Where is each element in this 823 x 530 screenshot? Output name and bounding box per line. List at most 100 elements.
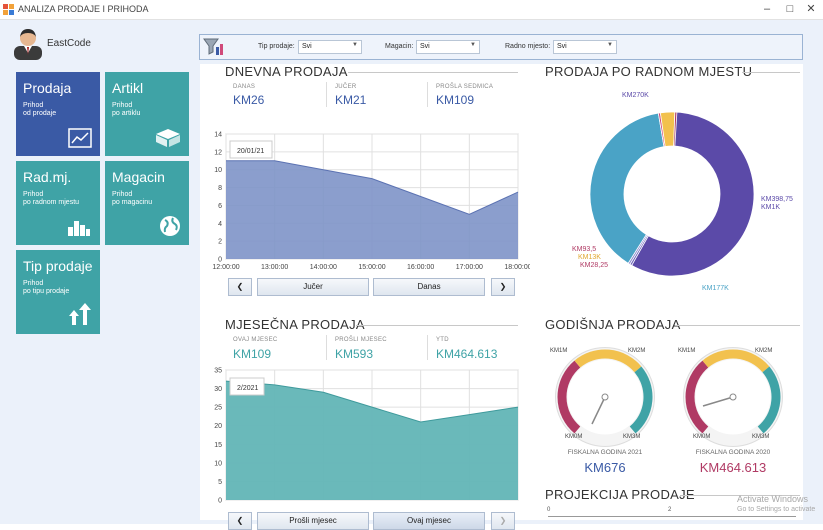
main-panel: DNEVNA PRODAJA DANAS KM26 JUČER KM21 PRO… [200,64,803,530]
slice-label: KM13K [578,254,601,261]
tile-line1: Prihod [112,102,133,109]
tile-magacin[interactable]: Magacin Prihod po magacinu [105,161,189,245]
y-tick-label: 15 [214,442,222,449]
tile-rad-mj[interactable]: Rad.mj. Prihod po radnom mjestu [16,161,100,245]
tile-line1: Prihod [23,280,44,287]
gauges: KM1M KM2M KM0M KM3M KM1M KM2M KM0M KM3M … [550,347,783,475]
projection-axis [548,516,796,517]
projection-tick: 0 [547,507,551,513]
next-month-button[interactable]: ❯ [491,512,515,530]
app-area: EastCode Prodaja Prihod od prodaje Artikl… [0,20,823,530]
maximize-icon[interactable]: □ [783,3,797,15]
mjesecna-title: MJESEČNA PRODAJA [225,317,365,332]
kpi-value: KM26 [233,93,265,107]
tile-line1: Prihod [23,191,44,198]
y-tick-label: 4 [218,221,222,228]
chevron-down-icon: ▼ [470,42,476,48]
chevron-right-icon: ❯ [499,282,507,291]
gauge-2021 [555,347,655,447]
tip-prodaje-select[interactable]: Svi ▼ [298,40,362,54]
divider [675,325,800,326]
magacin-select[interactable]: Svi ▼ [416,40,480,54]
tile-title: Prodaja [23,80,72,96]
godisnja-title: GODIŠNJA PRODAJA [545,317,681,332]
magacin-value: Svi [420,43,430,50]
tile-line2: po radnom mjestu [23,199,80,206]
tile-line2: po tipu prodaje [23,288,70,295]
kpi-value: KM109 [436,93,475,107]
tile-tip-prodaje[interactable]: Tip prodaje Prihod po tipu prodaje [16,250,100,334]
divider [348,72,518,73]
gauge-tick: KM3M [623,434,640,440]
tile-line1: Prihod [23,102,44,109]
tile-prodaja[interactable]: Prodaja Prihod od prodaje [16,72,100,156]
chevron-down-icon: ▼ [607,42,613,48]
radno-mjesto-title: PRODAJA PO RADNOM MJESTU [545,64,753,79]
dnevna-chart[interactable]: 0 2 4 6 8 10 12 14 12:00:00 13:00:00 14:00:00 15:0… [200,129,530,274]
kpi-label: OVAJ MJESEC [233,337,278,343]
divider [356,325,518,326]
kpi-value: KM21 [335,93,367,107]
jucer-button[interactable]: Jučer [257,278,369,296]
slice-label: KM93,5 [572,246,596,253]
donut-chart[interactable]: KM270K KM398,75 KM1K KM177K KM93,5 KM13K… [540,84,803,299]
mjesecna-chart[interactable]: 0 5 10 15 20 25 30 35 2/2021 [200,366,530,506]
y-tick-label: 0 [218,257,222,264]
kpi-label: PROŠLI MJESEC [335,337,387,343]
y-tick-label: 20 [214,423,222,430]
gauge-pivot [729,393,737,401]
gauge-caption: FISKALNA GODINA 2020 [696,449,771,456]
tile-title: Rad.mj. [23,169,72,185]
tooltip-text: 20/01/21 [237,148,264,155]
slice-label: KM270K [622,92,649,99]
gauge-tick: KM2M [755,348,772,354]
window-title: ANALIZA PRODAJE I PRIHODA [18,4,149,14]
radno-mjesto-label: Radno mjesto: [505,43,551,50]
x-tick-label: 17:00:00 [456,264,483,271]
divider [326,82,327,107]
box-icon [156,129,180,147]
y-tick-label: 10 [214,460,222,467]
y-tick-label: 25 [214,405,222,412]
tile-title: Tip prodaje [23,258,93,274]
x-tick-label: 13:00:00 [261,264,288,271]
next-day-button[interactable]: ❯ [491,278,515,296]
gauge-value: KM676 [584,460,625,475]
prosli-mjesec-button[interactable]: Prošli mjesec [257,512,369,530]
title-bar: ANALIZA PRODAJE I PRIHODA – □ ✕ [0,0,823,20]
gauge-tick: KM1M [678,348,695,354]
close-icon[interactable]: ✕ [804,3,818,15]
tooltip-text: 2/2021 [237,385,259,392]
tile-title: Magacin [112,169,165,185]
globe-icon [160,216,180,236]
ovaj-mjesec-button[interactable]: Ovaj mjesec [373,512,485,530]
minimize-icon[interactable]: – [760,3,774,15]
gauge-pivot [601,393,609,401]
slice-label: KM398,75 [761,196,793,203]
projection-tick: 2 [668,507,672,513]
gauge-tick: KM1M [550,348,567,354]
danas-button[interactable]: Danas [373,278,485,296]
tip-prodaje-value: Svi [302,43,312,50]
filter-icon[interactable] [203,37,225,57]
x-tick-label: 16:00:00 [407,264,434,271]
watermark-line2: Go to Settings to activate [737,506,816,513]
magacin-label: Magacin: [385,43,414,50]
filter-bar: Tip prodaje: Svi ▼ Magacin: Svi ▼ Radno mj… [199,34,803,60]
gauge-tick: KM0M [565,434,582,440]
tile-title: Artikl [112,80,144,96]
projekcija-title: PROJEKCIJA PRODAJE [545,487,695,502]
divider [427,82,428,107]
divider [742,72,800,73]
radno-mjesto-value: Svi [557,43,567,50]
tile-artikl[interactable]: Artikl Prihod po artiklu [105,72,189,156]
kpi-value: KM109 [233,347,272,361]
slice-label: KM177K [702,285,729,292]
prev-month-button[interactable]: ❮ [228,512,252,530]
gauge-caption: FISKALNA GODINA 2021 [568,449,643,456]
avatar [14,29,42,60]
gauge-tick: KM0M [693,434,710,440]
tip-prodaje-label: Tip prodaje: [258,43,295,50]
prev-day-button[interactable]: ❮ [228,278,252,296]
radno-mjesto-select[interactable]: Svi ▼ [553,40,617,54]
